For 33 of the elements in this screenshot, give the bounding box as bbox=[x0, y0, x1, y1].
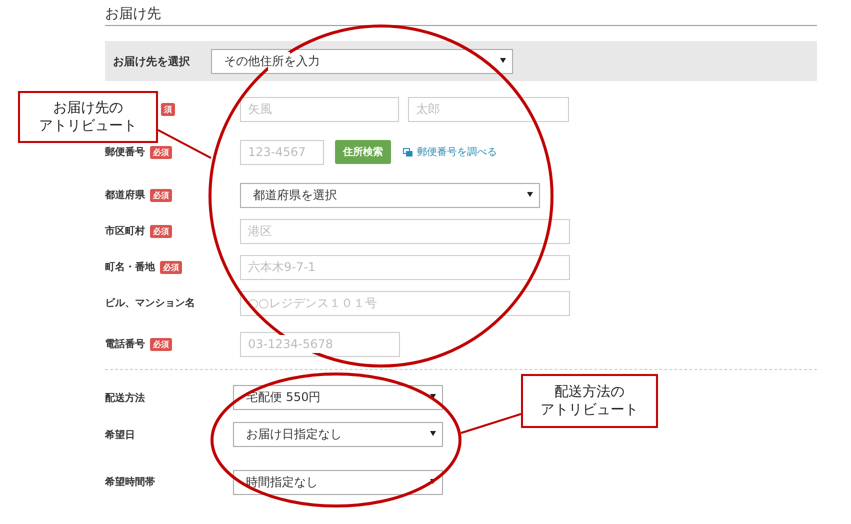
field-label: お届け先を選択 bbox=[113, 54, 191, 68]
input-field[interactable]: 03-1234-5678 bbox=[240, 332, 400, 356]
dropdown[interactable]: その他住所を入力 bbox=[211, 48, 513, 74]
required-badge: 必須 bbox=[150, 338, 172, 350]
callout-text: 配送方法の bbox=[554, 382, 624, 401]
field-label: 都道府県 bbox=[105, 188, 145, 202]
required-badge: 須 bbox=[161, 102, 175, 116]
window-icon bbox=[403, 148, 413, 156]
required-badge: 必須 bbox=[150, 188, 172, 202]
field-label: 市区町村 bbox=[105, 224, 145, 238]
field-label: 希望日 bbox=[105, 428, 136, 442]
field-label: 配送方法 bbox=[105, 391, 146, 404]
required-badge: 必須 bbox=[160, 260, 182, 274]
dropdown[interactable]: 時間指定なし bbox=[233, 470, 443, 494]
dropdown[interactable]: お届け日指定なし bbox=[233, 422, 443, 447]
callout-text: アトリビュート bbox=[540, 401, 638, 420]
input-field[interactable]: 港区 bbox=[240, 218, 570, 244]
input-field[interactable]: 123-4567 bbox=[240, 140, 324, 164]
input-field[interactable]: 六本木9-7-1 bbox=[240, 254, 570, 280]
required-badge: 必須 bbox=[150, 146, 172, 158]
input-field[interactable]: 矢風 bbox=[240, 96, 399, 122]
required-badge: 必須 bbox=[150, 224, 172, 238]
field-label: 郵便番号 bbox=[105, 146, 145, 159]
field-label: 電話番号 bbox=[105, 338, 145, 351]
callout-text: アトリビュート bbox=[39, 117, 137, 136]
input-field[interactable]: 太郎 bbox=[408, 96, 569, 122]
field-label: ビル、マンション名 bbox=[105, 296, 195, 310]
dropdown[interactable]: 都道府県を選択 bbox=[240, 182, 540, 208]
section-title: お届け先 bbox=[105, 0, 817, 26]
callout-text: お届け先の bbox=[53, 98, 123, 117]
field-label: 町名・番地 bbox=[105, 260, 155, 274]
field-label: 希望時間帯 bbox=[105, 476, 156, 489]
postal-lookup-link[interactable]: 郵便番号を調べる bbox=[403, 145, 497, 159]
